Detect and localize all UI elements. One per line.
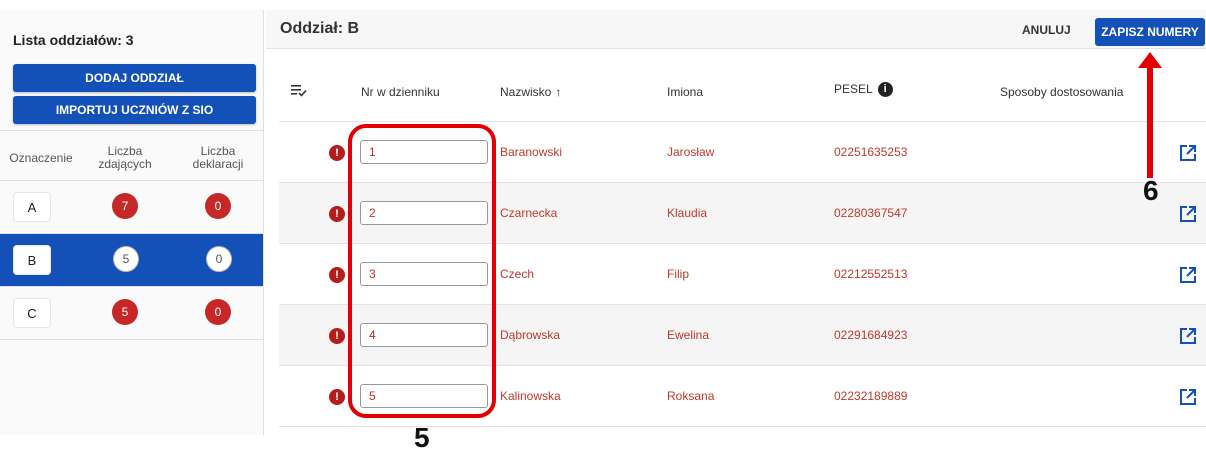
- sidebar: Lista oddziałów: 3 DODAJ ODDZIAŁ IMPORTU…: [0, 10, 264, 435]
- pesel-cell: 02251635253: [834, 145, 908, 159]
- error-icon: !: [329, 145, 345, 161]
- class-row-c[interactable]: C 5 0: [0, 287, 263, 340]
- sidebar-title: Lista oddziałów: 3: [13, 32, 134, 48]
- nazwisko-cell: Czech: [500, 267, 535, 281]
- add-class-button[interactable]: DODAJ ODDZIAŁ: [13, 64, 256, 92]
- count-deklaracji-badge: 0: [206, 246, 232, 272]
- pesel-cell: 02291684923: [834, 328, 908, 342]
- nazwisko-cell: Kalinowska: [500, 389, 561, 403]
- column-pesel[interactable]: PESEL i: [834, 82, 893, 98]
- header-liczba-deklaracji: Liczba deklaracji: [192, 144, 244, 171]
- count-zdajacych-badge: 5: [112, 299, 138, 325]
- count-zdajacych-badge: 5: [113, 246, 139, 272]
- page-title: Oddział: B: [280, 20, 360, 37]
- nazwisko-cell: Dąbrowska: [500, 328, 561, 342]
- count-deklaracji-badge: 0: [205, 299, 231, 325]
- table-header: Nr w dzienniku Nazwisko ↑ Imiona PESEL i …: [279, 63, 1206, 122]
- divider: [0, 130, 263, 131]
- error-icon: !: [329, 267, 345, 283]
- nazwisko-cell: Baranowski: [500, 145, 563, 159]
- error-icon: !: [329, 206, 345, 222]
- external-link-icon[interactable]: [1179, 327, 1197, 345]
- import-students-button[interactable]: IMPORTUJ UCZNIÓW Z SIO: [13, 96, 256, 124]
- column-pesel-label: PESEL: [834, 82, 873, 96]
- pesel-cell: 02280367547: [834, 206, 908, 220]
- class-row-b[interactable]: B 5 0: [0, 234, 263, 287]
- column-imiona[interactable]: Imiona: [667, 85, 703, 99]
- annotation-arrow-icon: [1138, 52, 1162, 178]
- header-liczba-zdajacych: Liczba zdających: [98, 144, 152, 171]
- imiona-cell: Ewelina: [667, 328, 710, 342]
- class-letter: B: [14, 246, 50, 274]
- column-sposoby-dostosowania[interactable]: Sposoby dostosowania: [1000, 85, 1123, 99]
- header-oznaczenie: Oznaczenie: [9, 150, 73, 165]
- annotation-label-6: 6: [1143, 175, 1159, 206]
- column-nazwisko-label: Nazwisko: [500, 85, 552, 99]
- class-letter: C: [14, 299, 50, 327]
- external-link-icon[interactable]: [1179, 266, 1197, 284]
- class-row-a[interactable]: A 7 0: [0, 181, 263, 234]
- count-zdajacych-badge: 7: [112, 193, 138, 219]
- top-bar: Oddział: B ANULUJ ZAPISZ NUMERY: [266, 10, 1206, 49]
- nazwisko-cell: Czarnecka: [500, 206, 558, 220]
- sort-list-icon[interactable]: [291, 83, 307, 97]
- imiona-cell: Roksana: [667, 389, 715, 403]
- imiona-cell: Klaudia: [667, 206, 708, 220]
- annotation-highlight-box: [348, 124, 496, 418]
- pesel-cell: 02232189889: [834, 389, 908, 403]
- class-letter: A: [14, 193, 50, 221]
- arrow-up-icon: ↑: [555, 85, 562, 99]
- external-link-icon[interactable]: [1179, 388, 1197, 406]
- external-link-icon[interactable]: [1179, 205, 1197, 223]
- imiona-cell: Jarosław: [667, 145, 715, 159]
- error-icon: !: [329, 389, 345, 405]
- save-numbers-button[interactable]: ZAPISZ NUMERY: [1095, 18, 1205, 46]
- annotation-label-5: 5: [414, 422, 430, 453]
- column-nazwisko[interactable]: Nazwisko ↑: [500, 85, 561, 99]
- info-icon[interactable]: i: [877, 82, 893, 98]
- column-nr-w-dzienniku[interactable]: Nr w dzienniku: [361, 85, 440, 99]
- external-link-icon[interactable]: [1179, 144, 1197, 162]
- imiona-cell: Filip: [667, 267, 690, 281]
- count-deklaracji-badge: 0: [205, 193, 231, 219]
- error-icon: !: [329, 328, 345, 344]
- cancel-button[interactable]: ANULUJ: [1022, 23, 1071, 37]
- pesel-cell: 02212552513: [834, 267, 908, 281]
